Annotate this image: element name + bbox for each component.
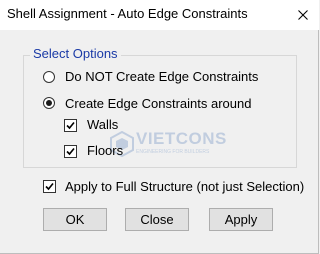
checkbox-label[interactable]: Floors <box>87 143 123 159</box>
dialog-window: Shell Assignment - Auto Edge Constraints… <box>0 0 319 254</box>
ok-button[interactable]: OK <box>43 208 107 231</box>
radio-button-icon[interactable] <box>43 71 55 83</box>
window-title: Shell Assignment - Auto Edge Constraints <box>7 6 248 21</box>
checkbox-checked-icon[interactable] <box>43 180 56 193</box>
close-icon <box>298 10 308 20</box>
checkbox-checked-icon[interactable] <box>64 119 77 132</box>
radio-button-selected-icon[interactable] <box>43 97 55 109</box>
checkbox-label[interactable]: Walls <box>87 117 118 133</box>
close-button[interactable]: Close <box>125 208 189 231</box>
checkbox-checked-icon[interactable] <box>64 145 77 158</box>
group-legend: Select Options <box>30 46 121 62</box>
radio-label[interactable]: Create Edge Constraints around <box>65 96 251 112</box>
radio-label[interactable]: Do NOT Create Edge Constraints <box>65 69 258 85</box>
title-bar[interactable]: Shell Assignment - Auto Edge Constraints <box>0 0 319 30</box>
close-window-button[interactable] <box>290 3 316 27</box>
checkbox-label[interactable]: Apply to Full Structure (not just Select… <box>65 179 304 195</box>
apply-button[interactable]: Apply <box>209 208 273 231</box>
